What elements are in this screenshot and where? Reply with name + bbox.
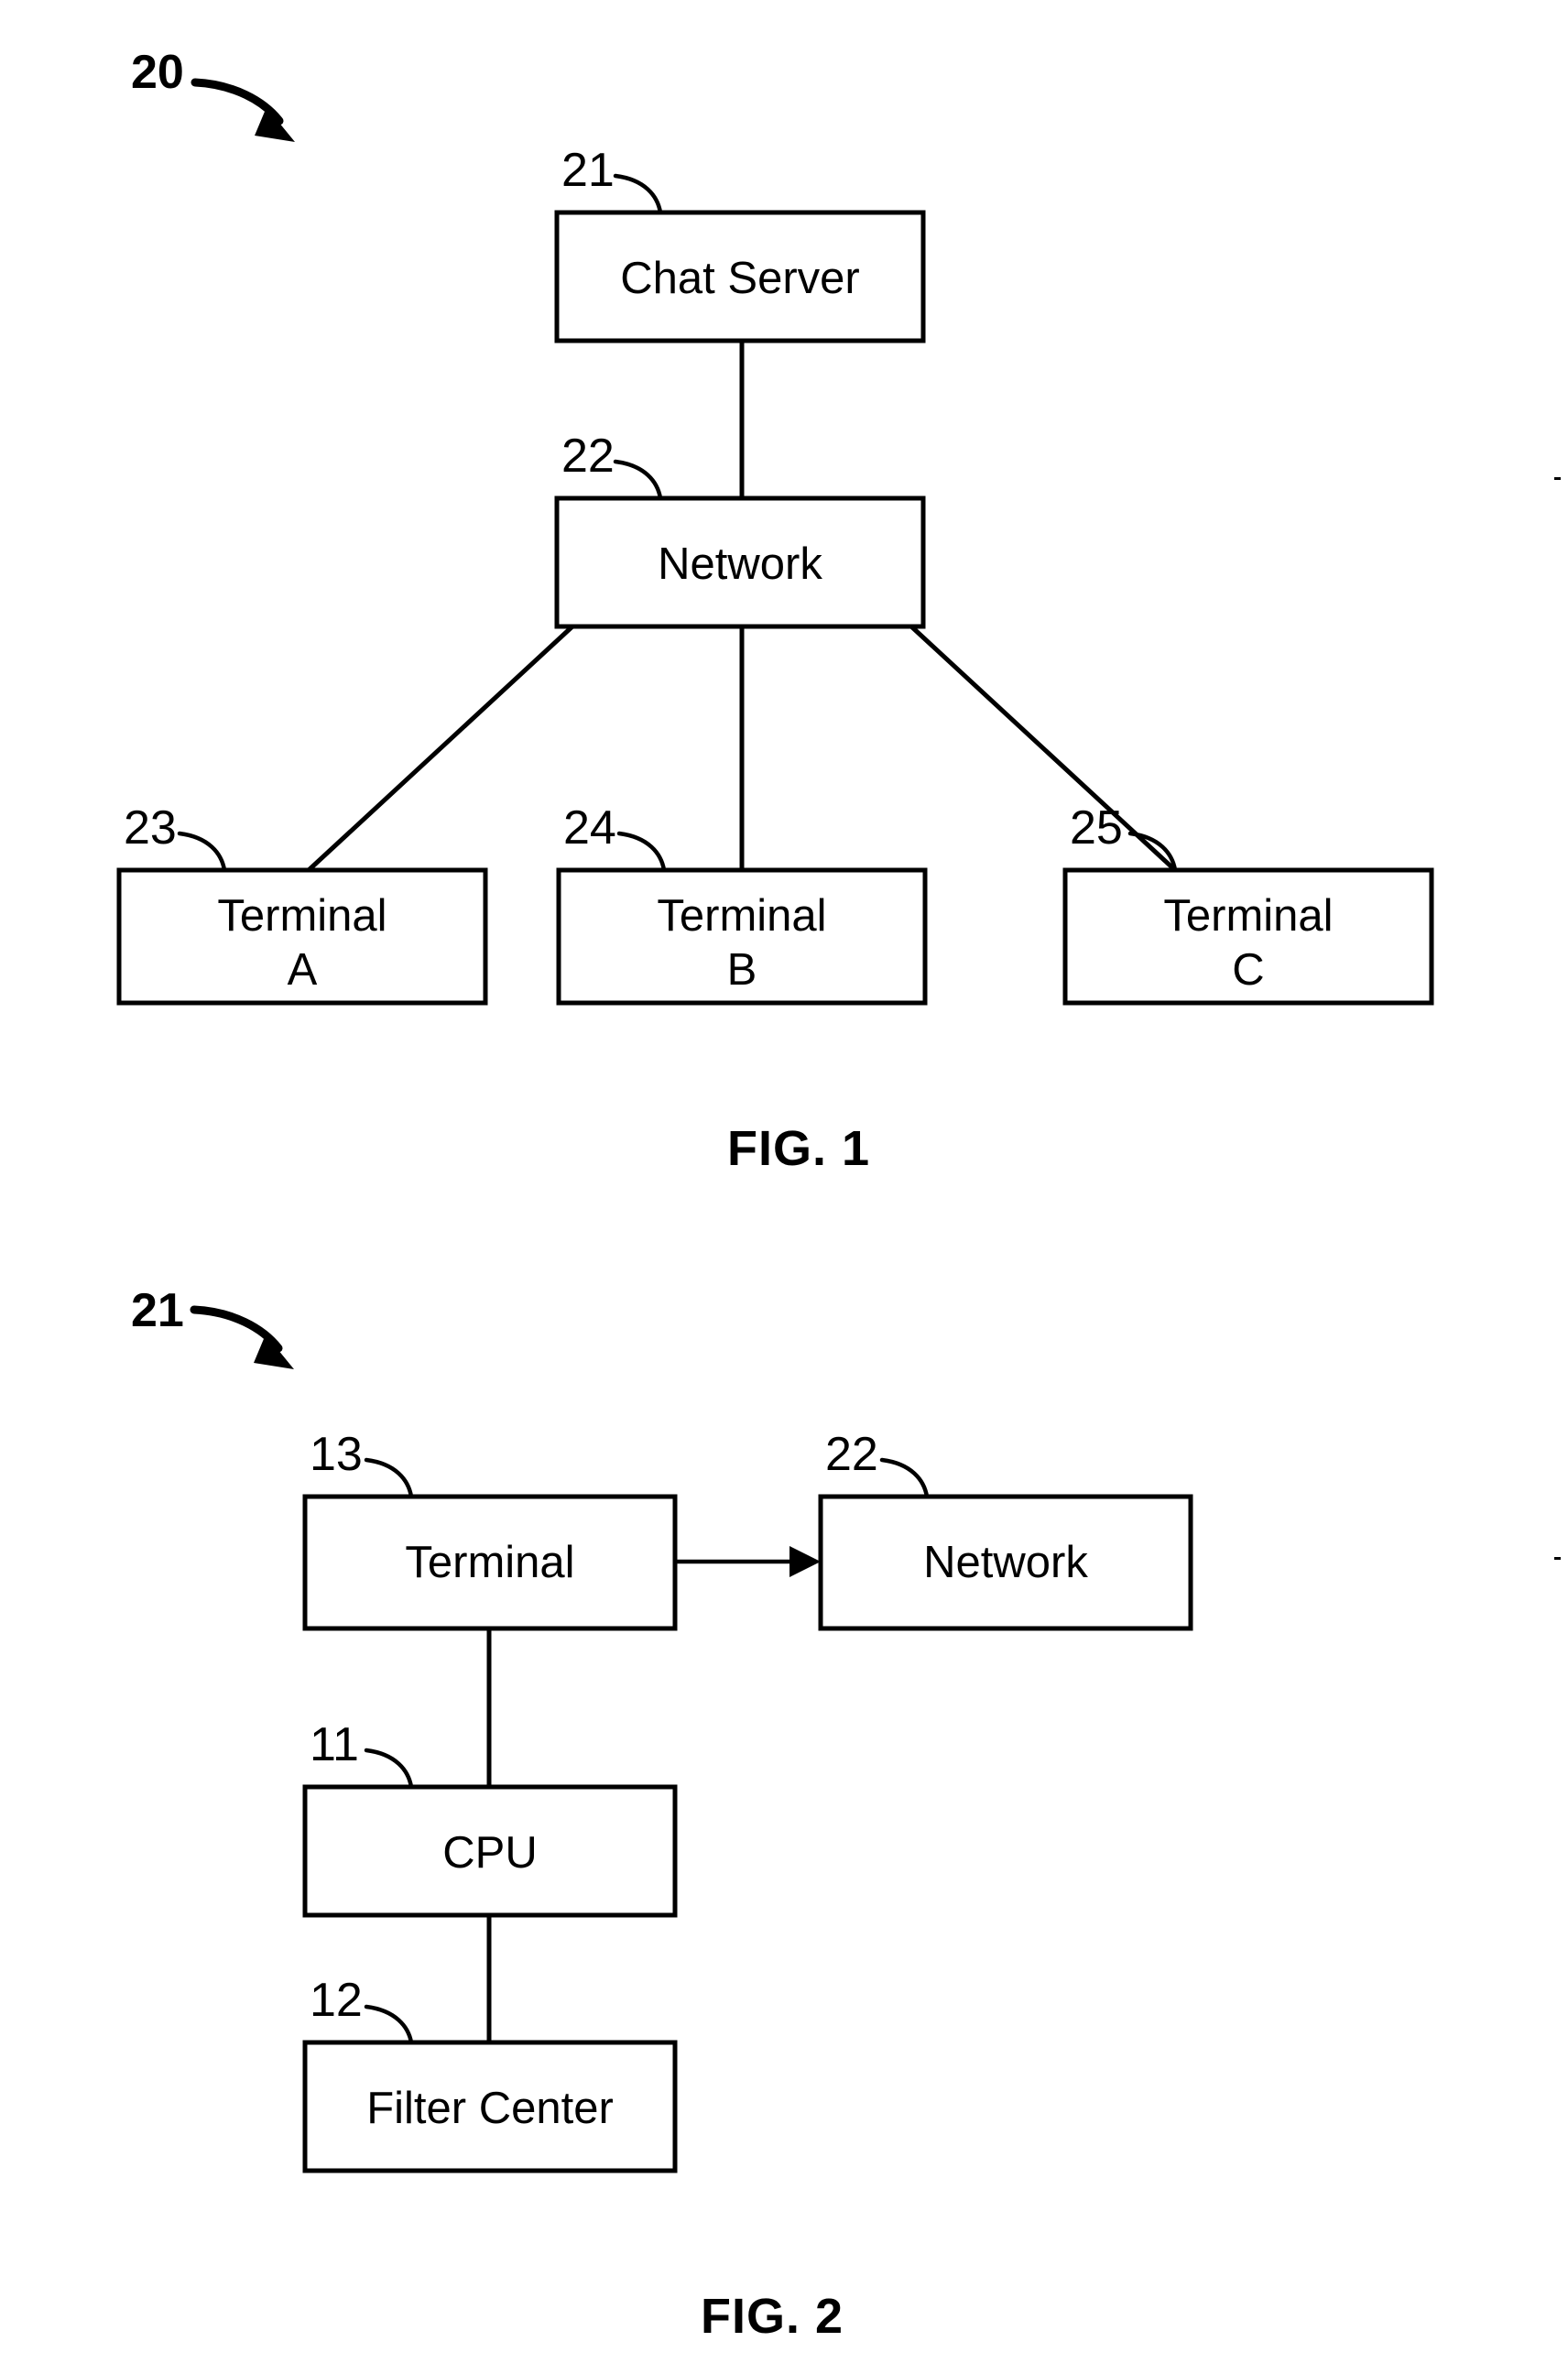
figure-1: 20 Chat Server 21 Network 22 Terminal A … xyxy=(116,46,1434,1176)
fig2-network-leader-line xyxy=(879,1457,930,1499)
fig2-node-network[interactable]: Network 22 xyxy=(818,1428,1193,1631)
fig2-terminal-leader-line xyxy=(364,1457,414,1499)
figure-2: 21 Terminal 13 Network 22 CPU 11 Filter … xyxy=(131,1284,1193,2344)
patent-figure-canvas: 20 Chat Server 21 Network 22 Terminal A … xyxy=(116,46,1434,2344)
fig2-system-reference: 21 xyxy=(131,1284,294,1369)
fig1-terminal-b-ref-number: 24 xyxy=(563,801,616,855)
fig2-cpu-ref-number: 11 xyxy=(310,1718,359,1771)
fig1-network-leader-line xyxy=(613,459,663,501)
fig1-system-ref-number: 20 xyxy=(131,46,184,99)
fig1-system-reference: 20 xyxy=(131,46,295,142)
fig2-system-ref-number: 21 xyxy=(131,1284,184,1337)
fig2-edge-terminal-network-arrowhead xyxy=(789,1546,821,1577)
fig2-cpu-leader-line xyxy=(364,1748,414,1790)
fig1-terminal-b-sublabel: B xyxy=(727,945,757,995)
fig2-terminal-ref-number: 13 xyxy=(310,1428,363,1481)
fig1-chat-server-ref-number: 21 xyxy=(561,144,615,197)
drawing-sheet: 20 Chat Server 21 Network 22 Terminal A … xyxy=(0,0,1568,2374)
fig1-chat-server-label: Chat Server xyxy=(620,254,859,303)
fig2-node-terminal[interactable]: Terminal 13 xyxy=(302,1428,678,1631)
page-edge-tick-lower xyxy=(1554,1557,1561,1560)
fig1-network-ref-number: 22 xyxy=(561,430,615,483)
fig1-terminal-a-leader-line xyxy=(177,831,227,873)
fig2-filter-center-leader-line xyxy=(364,2004,414,2045)
fig1-node-terminal-a[interactable]: Terminal A 23 xyxy=(116,801,488,1006)
fig1-terminal-b-label: Terminal xyxy=(657,891,826,941)
fig2-filter-center-label: Filter Center xyxy=(366,2084,614,2133)
fig1-network-label: Network xyxy=(658,539,822,589)
fig1-terminal-c-sublabel: C xyxy=(1232,945,1264,995)
page-edge-tick-upper xyxy=(1554,477,1561,480)
fig2-terminal-label: Terminal xyxy=(405,1538,574,1587)
fig1-terminal-c-ref-number: 25 xyxy=(1070,801,1123,855)
fig1-terminal-b-leader-line xyxy=(616,831,667,873)
fig1-terminal-c-label: Terminal xyxy=(1163,891,1333,941)
fig1-node-chat-server[interactable]: Chat Server 21 xyxy=(554,144,926,343)
fig1-terminal-a-label: Terminal xyxy=(217,891,387,941)
fig2-filter-center-ref-number: 12 xyxy=(310,1974,363,2027)
fig1-terminal-a-sublabel: A xyxy=(288,945,318,995)
fig1-edge-network-terminal-a xyxy=(307,625,574,872)
fig1-node-terminal-c[interactable]: Terminal C 25 xyxy=(1062,801,1434,1006)
fig1-terminal-a-ref-number: 23 xyxy=(124,801,177,855)
fig2-network-ref-number: 22 xyxy=(825,1428,878,1481)
fig1-chat-server-leader-line xyxy=(613,173,663,215)
fig2-cpu-label: CPU xyxy=(442,1828,537,1878)
fig2-network-label: Network xyxy=(923,1538,1088,1587)
fig1-caption: FIG. 1 xyxy=(727,1121,870,1176)
fig2-caption: FIG. 2 xyxy=(701,2289,844,2344)
